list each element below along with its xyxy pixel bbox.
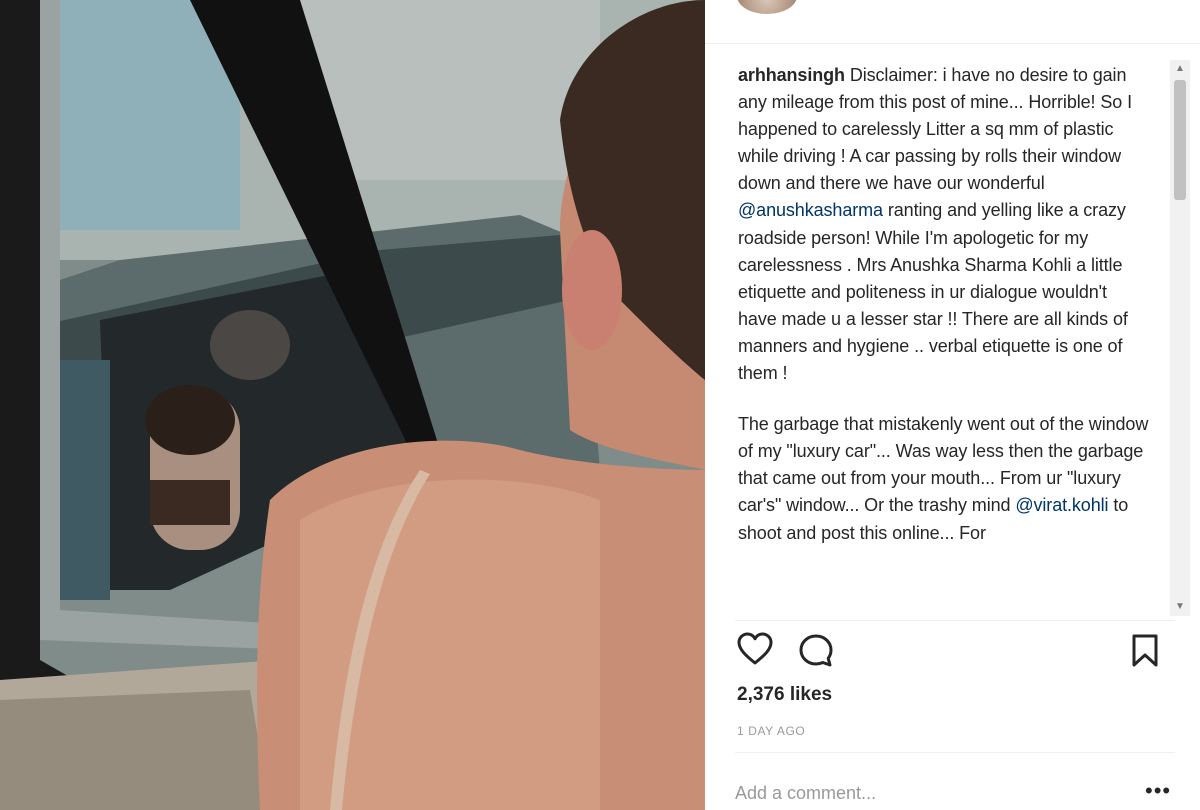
bookmark-icon[interactable]: [1131, 634, 1159, 668]
post-photo-illustration: [0, 0, 705, 810]
caption-paragraph-2: The garbage that mistakenly went out of …: [738, 411, 1150, 546]
caption-username[interactable]: arhhansingh: [738, 65, 845, 85]
add-comment-input[interactable]: [735, 778, 1115, 808]
avatar[interactable]: [737, 0, 797, 14]
comment-bubble-icon[interactable]: [798, 633, 834, 669]
caption-text-part: ranting and yelling like a crazy roadsid…: [738, 200, 1128, 384]
heart-icon[interactable]: [737, 632, 773, 666]
caption-scroll-area[interactable]: arhhansingh Disclaimer: i have no desire…: [735, 60, 1172, 616]
more-options-icon[interactable]: •••: [1145, 780, 1171, 802]
divider: [735, 620, 1175, 621]
scrollbar-thumb[interactable]: [1174, 80, 1186, 200]
post-timestamp: 1 DAY AGO: [737, 724, 806, 738]
post-header: [705, 0, 1200, 44]
scroll-down-arrow-icon[interactable]: ▼: [1170, 598, 1190, 616]
divider: [735, 752, 1175, 753]
post-details-panel: arhhansingh Disclaimer: i have no desire…: [705, 0, 1200, 810]
caption-scrollbar[interactable]: ▲ ▼: [1170, 60, 1190, 616]
scroll-up-arrow-icon[interactable]: ▲: [1170, 60, 1190, 78]
post-photo: [0, 0, 705, 810]
likes-count[interactable]: 2,376 likes: [737, 684, 832, 706]
mention-anushkasharma[interactable]: @anushkasharma: [738, 200, 883, 220]
caption-text: arhhansingh Disclaimer: i have no desire…: [738, 62, 1150, 547]
caption-paragraph-1: arhhansingh Disclaimer: i have no desire…: [738, 62, 1150, 387]
mention-virat-kohli[interactable]: @virat.kohli: [1015, 495, 1108, 515]
